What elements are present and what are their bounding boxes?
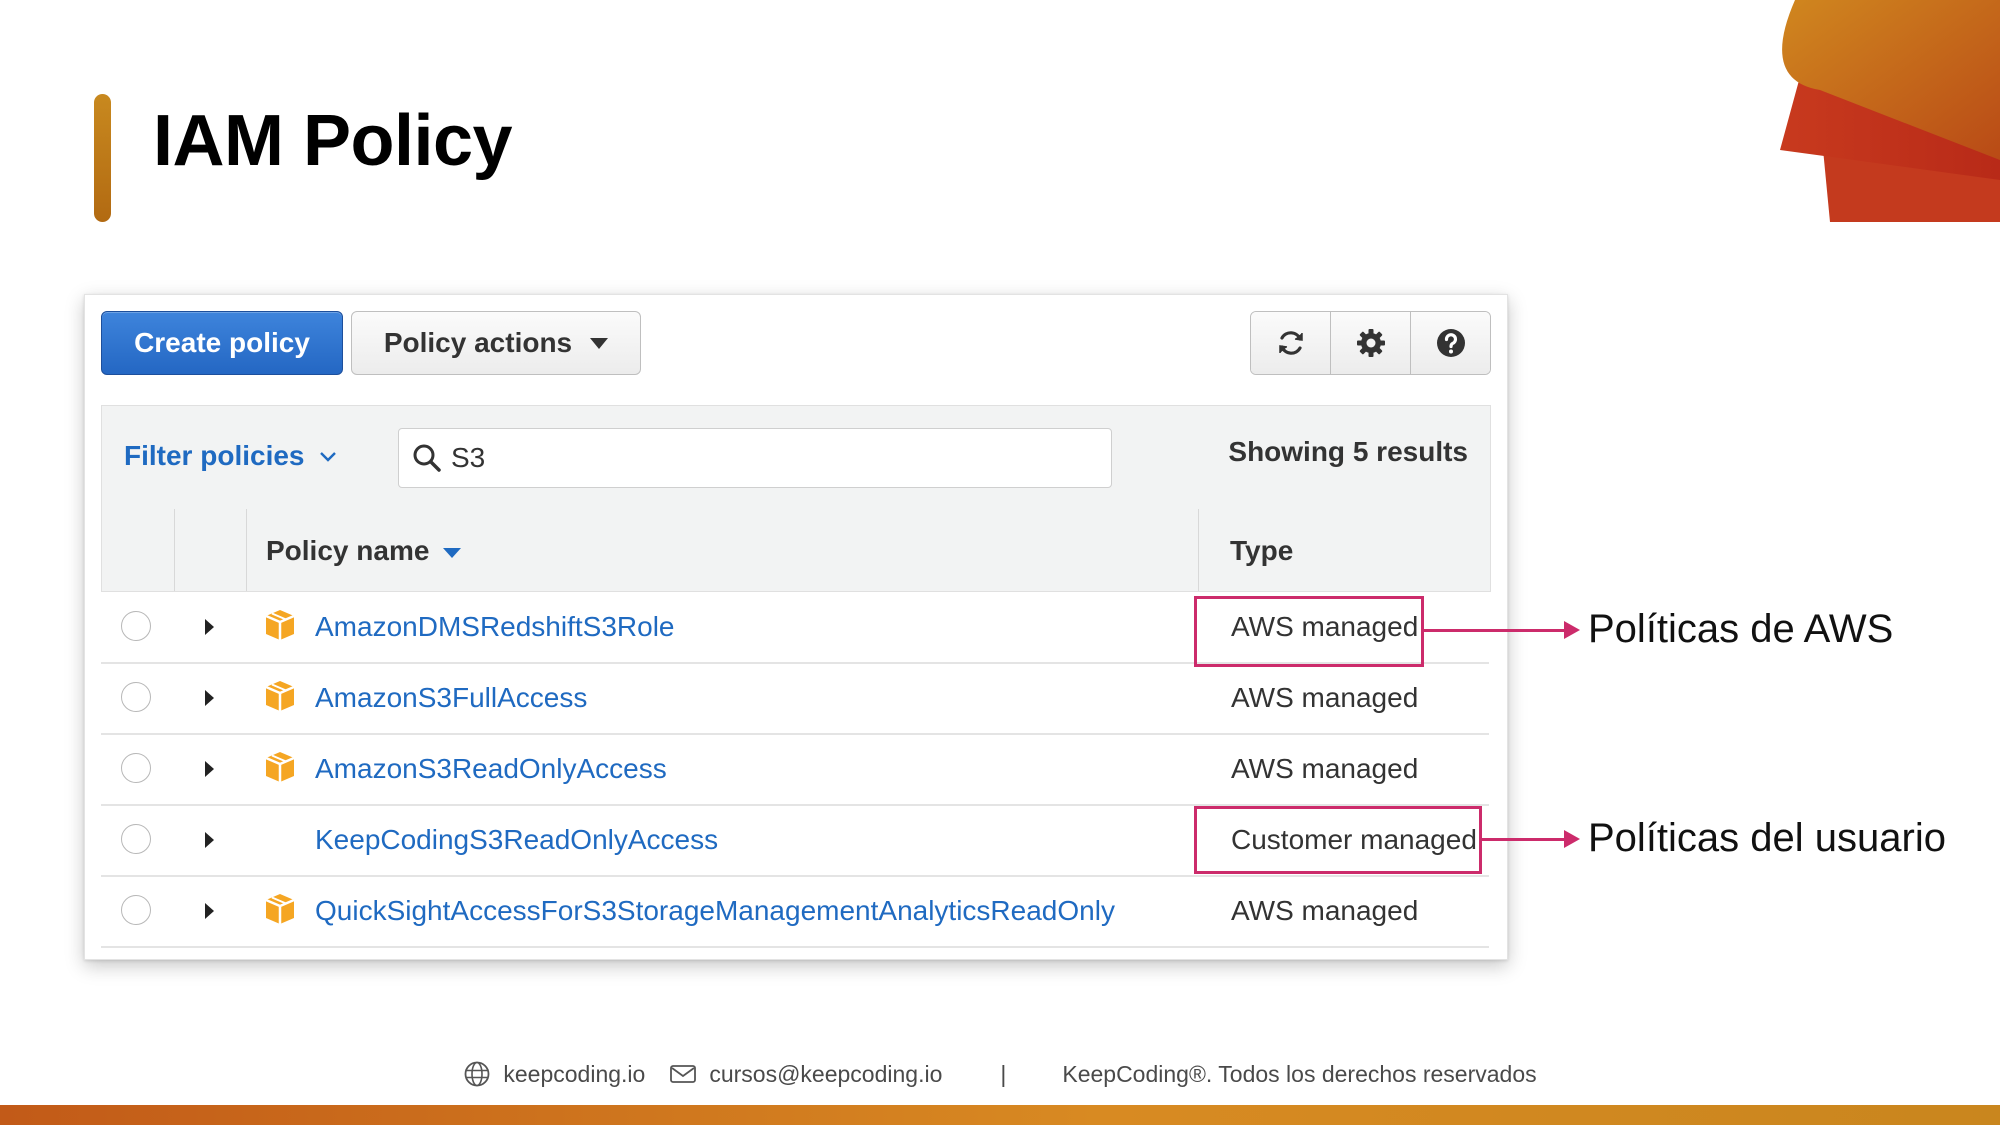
policy-name-link[interactable]: AmazonS3ReadOnlyAccess (315, 753, 667, 785)
toolbar-icon-group (1250, 311, 1491, 375)
column-divider (246, 509, 247, 591)
title-accent-bar (94, 94, 111, 222)
column-divider (1198, 509, 1199, 591)
callout-line-aws (1424, 629, 1566, 632)
page-title: IAM Policy (153, 101, 513, 181)
gear-icon (1356, 329, 1385, 357)
expand-triangle-icon[interactable] (205, 761, 214, 777)
corner-decoration (1780, 0, 2000, 222)
globe-icon (464, 1061, 490, 1087)
arrow-right-icon (1564, 830, 1580, 848)
chevron-down-icon (590, 337, 609, 349)
refresh-button[interactable] (1251, 312, 1330, 374)
policy-name-link[interactable]: KeepCodingS3ReadOnlyAccess (315, 824, 718, 856)
policy-name-column-header[interactable]: Policy name (266, 535, 462, 567)
help-icon (1436, 329, 1465, 357)
settings-button[interactable] (1330, 312, 1410, 374)
policy-type: AWS managed (1231, 682, 1419, 713)
sort-descending-icon (443, 548, 462, 558)
callout-aws-policies: Políticas de AWS (1588, 607, 1894, 651)
footer-separator: | (1000, 1060, 1007, 1087)
package-icon (265, 752, 295, 782)
table-header: Policy name Type (101, 509, 1491, 592)
arrow-right-icon (1564, 621, 1580, 639)
bottom-brand-stripe (0, 1105, 2000, 1125)
filter-policies-dropdown[interactable]: Filter policies (124, 440, 337, 472)
table-row[interactable]: AmazonS3FullAccess AWS managed (101, 664, 1489, 735)
callout-line-user (1482, 838, 1566, 841)
chevron-down-icon (319, 452, 336, 462)
help-button[interactable] (1410, 312, 1490, 374)
type-column-header[interactable]: Type (1230, 535, 1293, 567)
policy-type: AWS managed (1231, 753, 1419, 784)
table-row[interactable]: QuickSightAccessForS3StorageManagementAn… (101, 877, 1489, 948)
expand-triangle-icon[interactable] (205, 690, 214, 706)
row-select-radio[interactable] (121, 895, 151, 925)
policy-actions-dropdown[interactable]: Policy actions (351, 311, 641, 375)
filter-bar: Filter policies Showing 5 results (101, 405, 1491, 511)
package-icon (265, 681, 295, 711)
create-policy-label: Create policy (134, 327, 310, 358)
create-policy-button[interactable]: Create policy (101, 311, 343, 375)
search-field[interactable] (398, 428, 1112, 488)
refresh-icon (1278, 331, 1303, 355)
policy-name-header-label: Policy name (266, 535, 430, 566)
search-input[interactable] (449, 441, 1053, 475)
customer-managed-highlight-box (1194, 806, 1482, 874)
search-icon (413, 444, 441, 472)
package-icon (265, 610, 295, 640)
footer-email-text: cursos@keepcoding.io (709, 1060, 943, 1087)
footer-email[interactable]: cursos@keepcoding.io (669, 1061, 942, 1088)
footer-site-text: keepcoding.io (503, 1060, 646, 1087)
aws-managed-highlight-box (1194, 596, 1424, 667)
package-icon (265, 894, 295, 924)
policy-name-link[interactable]: AmazonDMSRedshiftS3Role (315, 611, 675, 643)
policy-type: AWS managed (1231, 895, 1419, 926)
callout-user-policies: Políticas del usuario (1588, 816, 1946, 860)
row-select-radio[interactable] (121, 611, 151, 641)
filter-policies-label: Filter policies (124, 440, 305, 471)
footer-site[interactable]: keepcoding.io (463, 1060, 645, 1088)
mail-icon (670, 1065, 697, 1083)
row-select-radio[interactable] (121, 682, 151, 712)
row-select-radio[interactable] (121, 824, 151, 854)
policy-actions-label: Policy actions (383, 327, 573, 358)
footer-rights: KeepCoding®. Todos los derechos reservad… (1062, 1060, 1537, 1087)
footer: keepcoding.io cursos@keepcoding.io | Kee… (0, 1056, 2000, 1092)
expand-triangle-icon[interactable] (205, 903, 214, 919)
row-select-radio[interactable] (121, 753, 151, 783)
policy-name-link[interactable]: QuickSightAccessForS3StorageManagementAn… (315, 895, 1115, 927)
policy-name-link[interactable]: AmazonS3FullAccess (315, 682, 587, 714)
expand-triangle-icon[interactable] (205, 832, 214, 848)
column-divider (174, 509, 175, 591)
results-count: Showing 5 results (1228, 436, 1468, 467)
expand-triangle-icon[interactable] (205, 619, 214, 635)
table-row[interactable]: AmazonS3ReadOnlyAccess AWS managed (101, 735, 1489, 806)
